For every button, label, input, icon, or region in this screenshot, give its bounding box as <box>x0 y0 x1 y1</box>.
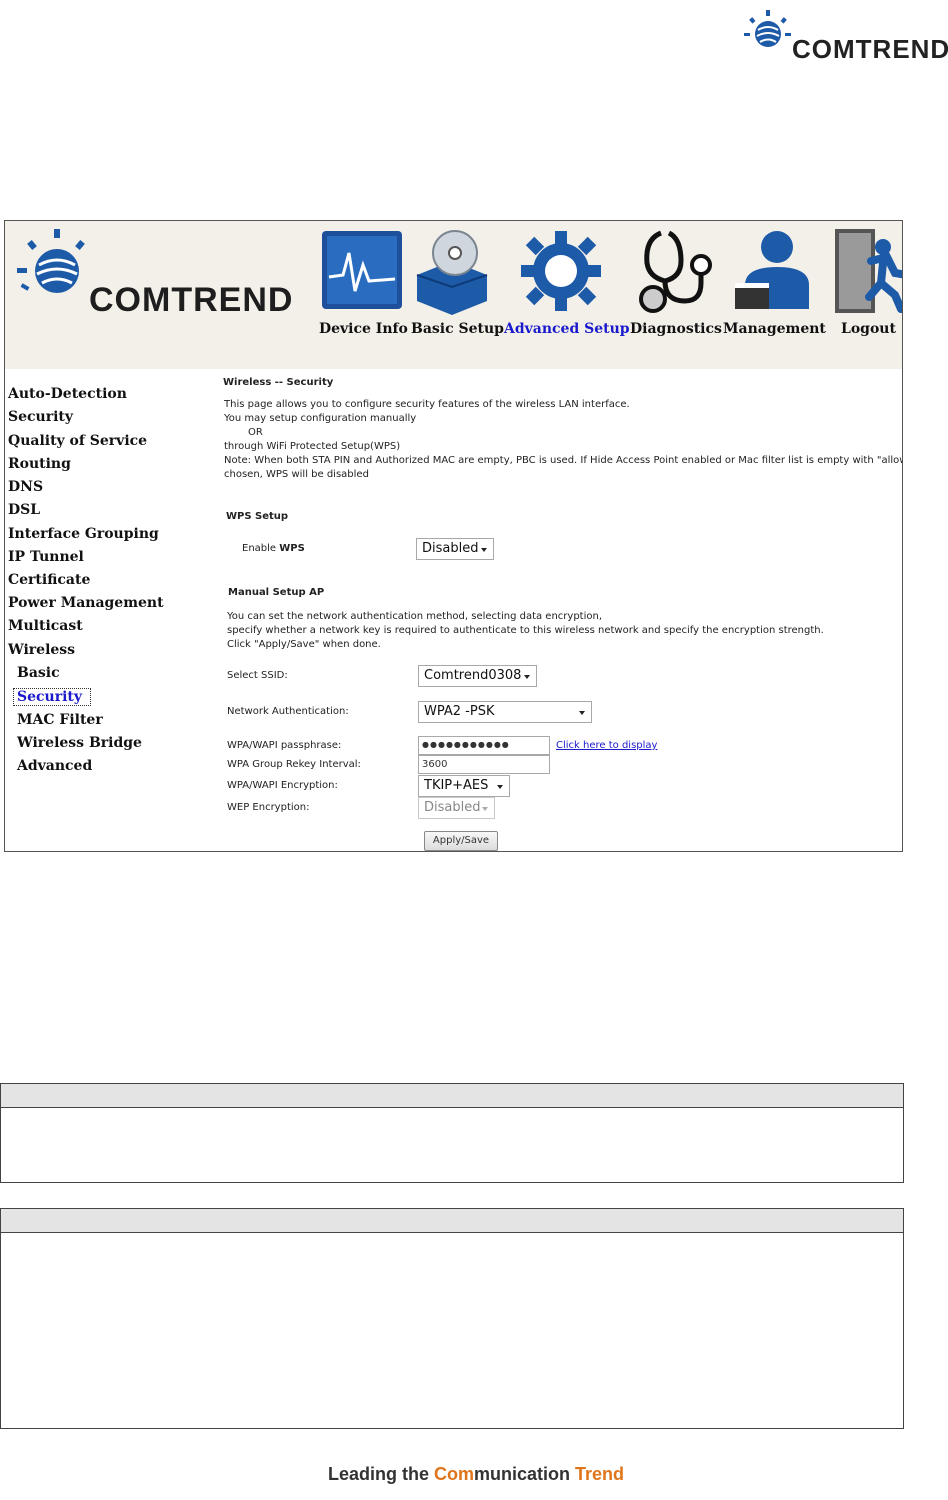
sidebar-item-interface-grouping[interactable]: Interface Grouping <box>8 526 159 542</box>
footer-tagline: Leading the Communication Trend <box>328 1464 624 1485</box>
display-passphrase-link[interactable]: Click here to display <box>556 740 657 751</box>
chevron-down-icon <box>497 785 503 789</box>
sidebar-item-power-management[interactable]: Power Management <box>8 595 164 611</box>
manual-text-1: You can set the network authentication m… <box>227 611 603 622</box>
passphrase-input[interactable]: ●●●●●●●●●●● <box>418 736 550 755</box>
brand-name: COMTREND <box>792 34 948 64</box>
sidebar-item-certificate[interactable]: Certificate <box>8 572 90 588</box>
enable-wps-label-bold: WPS <box>279 543 305 554</box>
doc-table-2 <box>0 1208 904 1429</box>
nav-management[interactable]: Management <box>723 321 826 337</box>
auth-value: WPA2 -PSK <box>424 704 495 719</box>
sidebar-item-security[interactable]: Security <box>8 409 73 425</box>
ssid-value: Comtrend0308 <box>424 668 522 683</box>
nav-basic-setup[interactable]: Basic Setup <box>411 321 504 337</box>
sidebar-item-ip-tunnel[interactable]: IP Tunnel <box>8 549 84 565</box>
footer-text-pre: Leading the <box>328 1464 435 1484</box>
logout-icon[interactable] <box>831 225 903 315</box>
nav-advanced-setup[interactable]: Advanced Setup <box>504 321 630 337</box>
brand-name: COMTREND <box>89 281 294 319</box>
chevron-down-icon <box>481 548 487 552</box>
footer-text-mid: munication <box>474 1464 576 1484</box>
intro-note-1: Note: When both STA PIN and Authorized M… <box>224 455 903 466</box>
chevron-down-icon <box>524 675 530 679</box>
rekey-label: WPA Group Rekey Interval: <box>227 759 361 770</box>
sidebar-subitem-security[interactable]: Security <box>13 688 92 706</box>
sidebar-subitem-advanced[interactable]: Advanced <box>17 758 92 774</box>
footer-text-highlight: Com <box>434 1464 475 1484</box>
sidebar-subitem-mac-filter[interactable]: MAC Filter <box>17 712 103 728</box>
intro-text-2: You may setup configuration manually <box>224 413 417 424</box>
auth-label: Network Authentication: <box>227 706 349 717</box>
sidebar-item-dns[interactable]: DNS <box>8 479 43 495</box>
doc-table-1 <box>0 1083 904 1183</box>
nav-diagnostics[interactable]: Diagnostics <box>630 321 722 337</box>
diagnostics-icon[interactable] <box>631 225 717 315</box>
advanced-setup-icon[interactable] <box>517 225 603 315</box>
nav-logout[interactable]: Logout <box>841 321 896 337</box>
globe-logo-icon <box>744 10 791 47</box>
page-title: Wireless -- Security <box>223 377 334 388</box>
enable-wps-label-text: Enable <box>242 543 277 554</box>
intro-text-3: through WiFi Protected Setup(WPS) <box>224 441 401 452</box>
enable-wps-label: Enable WPS <box>242 543 305 554</box>
doc-table-1-header <box>1 1084 903 1108</box>
doc-table-2-header <box>1 1209 903 1233</box>
sidebar-item-qos[interactable]: Quality of Service <box>8 433 147 449</box>
wep-encryption-select: Disabled <box>418 797 495 819</box>
passphrase-label: WPA/WAPI passphrase: <box>227 740 342 751</box>
intro-text-1: This page allows you to configure securi… <box>224 399 630 410</box>
wep-label: WEP Encryption: <box>227 802 310 813</box>
sidebar: Auto-Detection Security Quality of Servi… <box>5 369 172 851</box>
management-icon[interactable] <box>731 225 817 315</box>
ssid-select[interactable]: Comtrend0308 <box>418 665 537 687</box>
sidebar-item-wireless[interactable]: Wireless <box>8 642 75 658</box>
ssid-label: Select SSID: <box>227 670 288 681</box>
manual-text-2: specify whether a network key is require… <box>227 625 824 636</box>
comtrend-logo-top: COMTREND <box>742 2 948 72</box>
wep-value: Disabled <box>424 800 481 815</box>
sidebar-item-auto-detection[interactable]: Auto-Detection <box>8 386 127 402</box>
device-info-icon[interactable] <box>319 225 405 315</box>
enable-wps-value: Disabled <box>422 541 479 556</box>
sidebar-item-dsl[interactable]: DSL <box>8 502 40 518</box>
main-content: Wireless -- Security This page allows yo… <box>172 369 903 851</box>
globe-logo-icon <box>17 229 85 293</box>
encryption-label: WPA/WAPI Encryption: <box>227 780 338 791</box>
router-ui-screenshot: COMTREND Device Info Basic Setup Advance… <box>4 220 903 852</box>
sidebar-subitem-basic[interactable]: Basic <box>17 665 60 681</box>
intro-text-or: OR <box>248 427 263 438</box>
chevron-down-icon <box>482 807 488 811</box>
encryption-value: TKIP+AES <box>424 778 489 793</box>
manual-text-3: Click "Apply/Save" when done. <box>227 639 381 650</box>
enable-wps-select[interactable]: Disabled <box>416 538 494 560</box>
intro-note-2: chosen, WPS will be disabled <box>224 469 369 480</box>
sidebar-item-routing[interactable]: Routing <box>8 456 71 472</box>
apply-save-button[interactable]: Apply/Save <box>424 831 498 851</box>
comtrend-logo-header: COMTREND <box>15 223 305 333</box>
chevron-down-icon <box>579 711 585 715</box>
encryption-select[interactable]: TKIP+AES <box>418 775 510 797</box>
rekey-interval-input[interactable]: 3600 <box>418 755 550 774</box>
sidebar-item-multicast[interactable]: Multicast <box>8 618 83 634</box>
basic-setup-icon[interactable] <box>409 225 495 315</box>
sidebar-subitem-wireless-bridge[interactable]: Wireless Bridge <box>17 735 142 751</box>
footer-text-highlight-2: Trend <box>575 1464 625 1484</box>
network-auth-select[interactable]: WPA2 -PSK <box>418 701 592 723</box>
top-header: COMTREND Device Info Basic Setup Advance… <box>5 221 902 369</box>
manual-setup-heading: Manual Setup AP <box>228 587 325 598</box>
nav-device-info[interactable]: Device Info <box>319 321 408 337</box>
wps-heading: WPS Setup <box>226 511 289 522</box>
